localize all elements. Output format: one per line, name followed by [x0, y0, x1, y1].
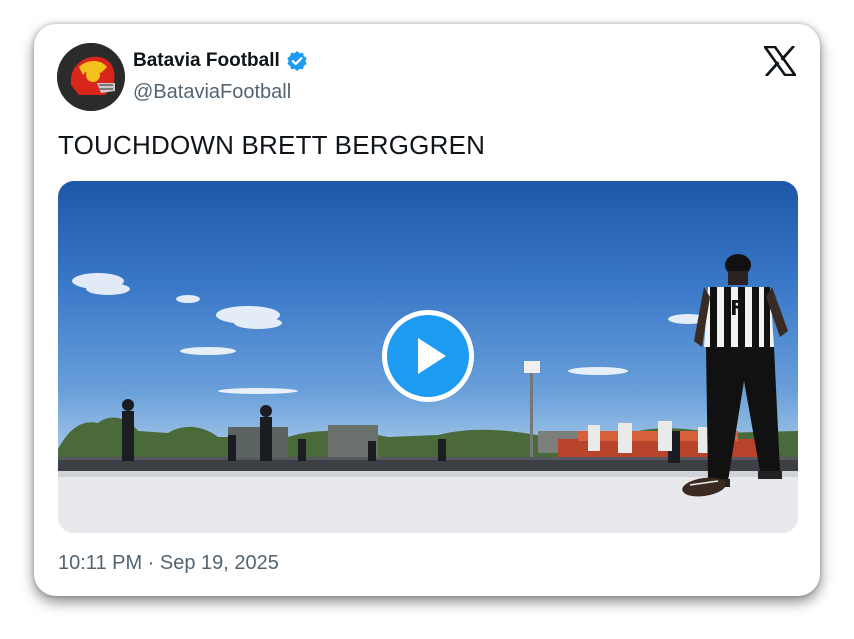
tweet-timestamp[interactable]: 10:11 PM · Sep 19, 2025 — [58, 552, 279, 575]
author-name[interactable]: Batavia Football — [133, 50, 280, 72]
author-avatar[interactable] — [57, 43, 125, 111]
verified-badge-icon — [286, 50, 308, 72]
play-icon — [382, 310, 474, 402]
video-thumbnail[interactable]: F — [58, 181, 798, 533]
author-name-row: Batavia Football — [133, 50, 308, 72]
x-logo-icon[interactable] — [762, 45, 798, 77]
tweet-card[interactable]: Batavia Football @BataviaFootball TOUCHD… — [34, 24, 820, 596]
author-handle[interactable]: @BataviaFootball — [133, 81, 291, 104]
play-button[interactable] — [380, 308, 476, 404]
referee-jersey-letter: F — [730, 296, 744, 320]
tweet-text: TOUCHDOWN BRETT BERGGREN — [58, 130, 486, 160]
